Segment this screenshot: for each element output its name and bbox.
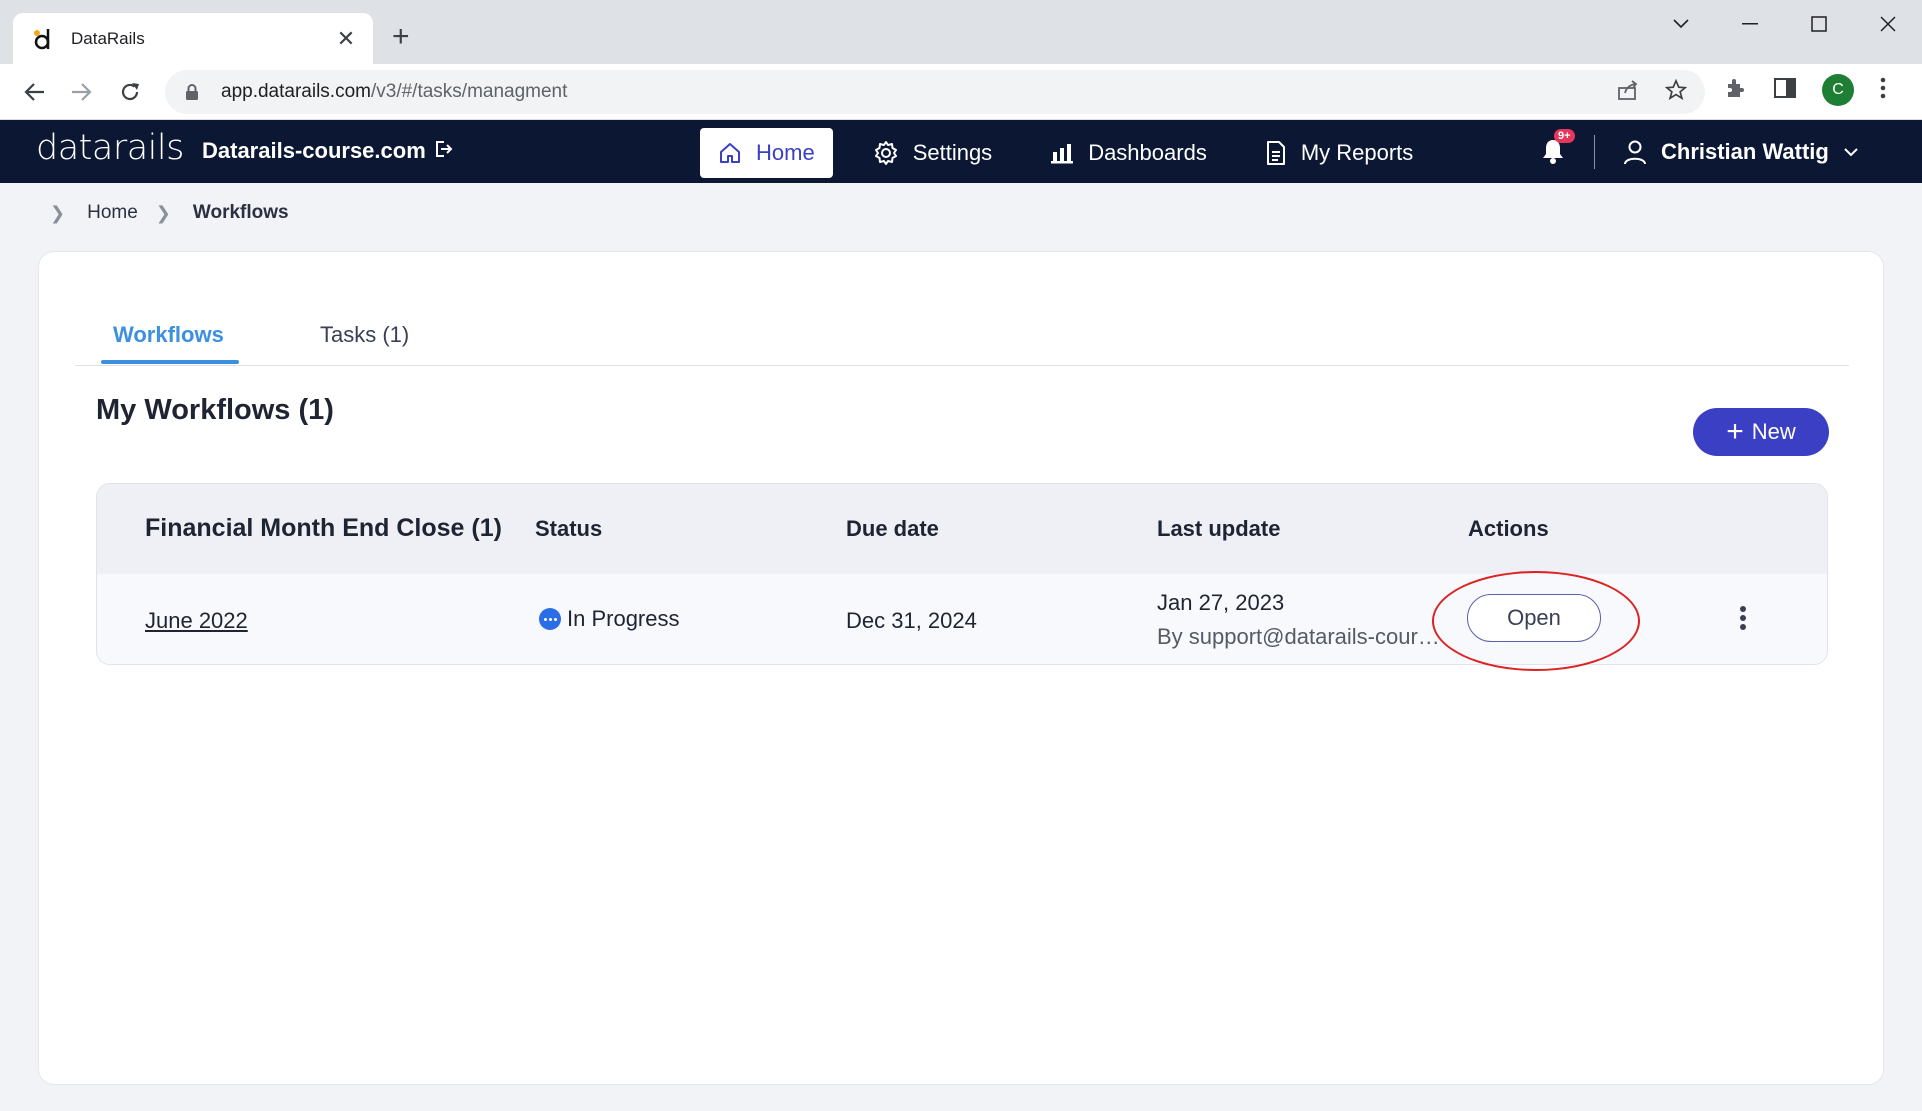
column-header-actions: Actions [1468,516,1549,541]
share-icon[interactable] [1617,79,1639,105]
status-badge: In Progress [539,606,680,632]
last-update-by: By support@datarails-course.com [1157,624,1441,649]
breadcrumb: ❯ Home ❯ Workflows [50,202,289,224]
minimize-icon[interactable] [1715,0,1784,48]
side-panel-icon[interactable] [1774,77,1796,103]
chevron-right-icon: ❯ [155,202,171,223]
extensions-puzzle-icon[interactable] [1724,76,1748,105]
forward-icon[interactable] [66,76,98,108]
column-header-due-date: Due date [846,516,939,541]
chevron-down-icon [1844,147,1858,156]
profile-avatar[interactable]: C [1822,74,1854,106]
header-divider [1594,134,1595,169]
app-header: datarails Datarails-course.com Home Sett… [0,120,1922,183]
status-text: In Progress [567,606,680,631]
plus-icon: + [1726,415,1744,448]
switch-domain-icon [434,138,454,164]
url-text: app.datarails.com/v3/#/tasks/managment [221,81,568,102]
nav-home[interactable]: Home [700,128,833,178]
browser-tab-strip: DataRails ✕ + [0,0,1922,65]
bar-chart-icon [1051,144,1074,164]
notification-badge: 9+ [1554,128,1575,143]
tab-tasks[interactable]: Tasks (1) [320,322,409,348]
nav-dashboards-label: Dashboards [1088,140,1207,165]
lock-icon [185,84,199,100]
table-row: June 2022 In Progress Dec 31, 2024 Jan 2… [97,574,1827,664]
due-date: Dec 31, 2024 [846,608,977,633]
workflow-group-title: Financial Month End Close (1) [145,514,502,542]
reload-icon[interactable] [114,76,146,108]
nav-my-reports[interactable]: My Reports [1247,128,1431,178]
column-header-last-update: Last update [1157,516,1281,541]
home-icon [720,143,740,163]
maximize-icon[interactable] [1784,0,1853,48]
domain-name: Datarails-course.com [202,138,426,163]
nav-home-label: Home [756,140,815,165]
tab-search-icon[interactable] [1646,0,1715,48]
user-menu[interactable]: Christian Wattig [1623,139,1859,165]
nav-settings[interactable]: Settings [855,128,1011,178]
table-header: Financial Month End Close (1) Status Due… [97,484,1827,574]
main-nav: Home Settings Dashboards My Reports [700,128,1453,178]
document-icon [1266,141,1285,165]
domain-switcher[interactable]: Datarails-course.com [202,138,454,164]
section-title: My Workflows (1) [96,394,334,426]
chevron-right-icon: ❯ [50,202,66,223]
active-tab-indicator [101,360,239,364]
window-controls [1646,0,1922,48]
column-header-status: Status [535,516,603,541]
user-icon [1624,140,1646,164]
notifications-bell-icon[interactable]: 9+ [1540,128,1575,167]
nav-settings-label: Settings [912,140,993,165]
browser-menu-icon[interactable] [1880,77,1886,104]
nav-my-reports-label: My Reports [1300,140,1414,165]
back-icon[interactable] [18,76,50,108]
nav-dashboards[interactable]: Dashboards [1032,128,1225,178]
in-progress-icon [539,608,561,630]
bookmark-star-icon[interactable] [1664,78,1688,106]
last-update-date: Jan 27, 2023 [1157,590,1285,615]
gear-icon [874,141,897,165]
open-button[interactable]: Open [1467,594,1601,642]
datarails-logo[interactable]: datarails [36,128,184,168]
browser-tab[interactable]: DataRails ✕ [13,13,373,65]
new-tab-icon[interactable]: + [392,22,410,52]
tab-workflows[interactable]: Workflows [113,322,224,348]
workflow-period-link[interactable]: June 2022 [145,608,248,634]
more-options-icon[interactable] [1731,600,1755,636]
close-window-icon[interactable] [1853,0,1922,48]
new-button-label: New [1751,419,1796,444]
workflow-tabs: Workflows Tasks (1) [75,312,1849,366]
close-tab-icon[interactable]: ✕ [333,26,359,52]
workflows-card: Workflows Tasks (1) My Workflows (1) + N… [38,251,1884,1085]
user-name: Christian Wattig [1661,138,1829,164]
breadcrumb-current: Workflows [192,202,289,223]
browser-tab-title: DataRails [71,29,145,48]
breadcrumb-home[interactable]: Home [87,202,138,224]
new-workflow-button[interactable]: + New [1693,408,1829,456]
address-bar[interactable]: app.datarails.com/v3/#/tasks/managment [165,70,1705,114]
datarails-favicon-icon [31,26,57,52]
browser-toolbar: app.datarails.com/v3/#/tasks/managment C [0,64,1922,120]
workflows-table: Financial Month End Close (1) Status Due… [96,483,1828,665]
